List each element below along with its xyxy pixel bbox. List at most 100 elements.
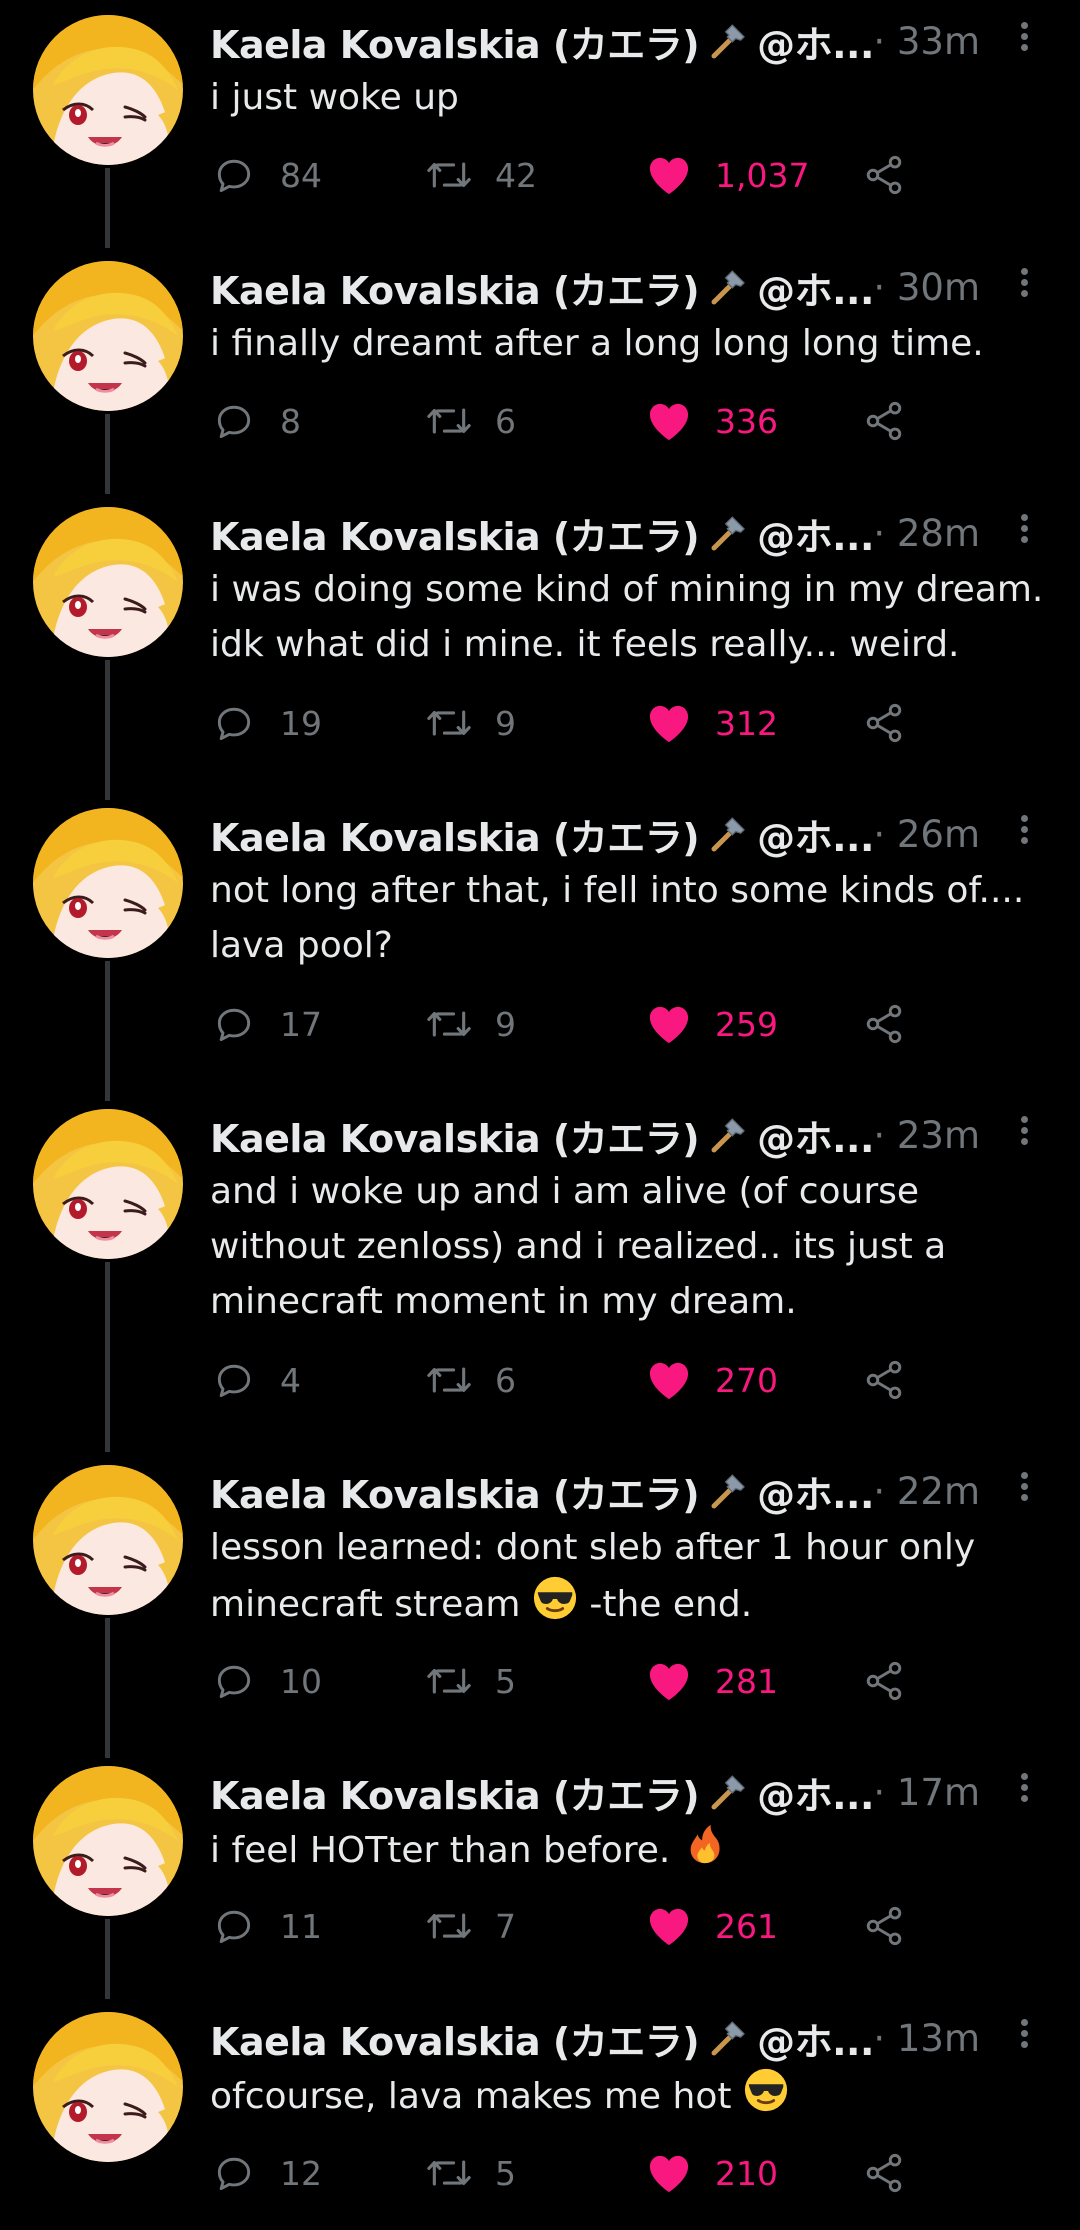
reply-count: 19 <box>280 703 322 743</box>
retweet-button[interactable]: 5 <box>425 2143 516 2203</box>
user-handle[interactable]: @ホ... <box>757 807 874 862</box>
heart-icon <box>645 1657 693 1705</box>
display-name[interactable]: Kaela Kovalskia (カエラ) <box>210 807 700 862</box>
display-name[interactable]: Kaela Kovalskia (カエラ) <box>210 1464 700 1519</box>
reply-button[interactable]: 11 <box>210 1896 322 1956</box>
avatar[interactable] <box>33 507 183 657</box>
thread-connector <box>105 961 110 1101</box>
avatar[interactable] <box>33 15 183 165</box>
share-button[interactable] <box>860 145 930 205</box>
display-name[interactable]: Kaela Kovalskia (カエラ) <box>210 506 700 561</box>
retweet-icon <box>425 1000 473 1048</box>
user-handle[interactable]: @ホ... <box>757 1108 874 1163</box>
retweet-icon <box>425 699 473 747</box>
tweet-header: Kaela Kovalskia (カエラ) @ホ... <box>210 506 874 560</box>
share-button[interactable] <box>860 1896 930 1956</box>
more-icon[interactable] <box>1014 1468 1034 1508</box>
reply-count: 11 <box>280 1906 322 1946</box>
like-button[interactable]: 210 <box>645 2143 778 2203</box>
reply-button[interactable]: 8 <box>210 391 301 451</box>
share-button[interactable] <box>860 1651 930 1711</box>
avatar[interactable] <box>33 1766 183 1916</box>
tweet-line-text: ofcourse, lava makes me hot <box>210 2076 732 2117</box>
like-button[interactable]: 270 <box>645 1350 778 1410</box>
like-button[interactable]: 261 <box>645 1896 778 1956</box>
reply-button[interactable]: 4 <box>210 1350 301 1410</box>
share-button[interactable] <box>860 391 930 451</box>
timestamp[interactable]: · 13m <box>873 2011 980 2065</box>
fire-emoji <box>682 1821 728 1883</box>
reply-button[interactable]: 84 <box>210 145 322 205</box>
tweet-line: idk what did i mine. it feels really... … <box>210 624 960 665</box>
display-name[interactable]: Kaela Kovalskia (カエラ) <box>210 1765 700 1820</box>
retweet-icon <box>425 1657 473 1705</box>
retweet-button[interactable]: 42 <box>425 145 537 205</box>
avatar[interactable] <box>33 1465 183 1615</box>
tweet-actions: 17 9 259 <box>210 994 1010 1054</box>
share-icon <box>860 2149 908 2197</box>
share-button[interactable] <box>860 1350 930 1410</box>
tweet-text: lesson learned: dont sleb after 1 hour o… <box>210 1520 1050 1637</box>
like-count: 270 <box>715 1360 778 1400</box>
like-button[interactable]: 312 <box>645 693 778 753</box>
user-handle[interactable]: @ホ... <box>757 14 874 69</box>
reply-icon <box>210 2149 258 2197</box>
tweet-header: Kaela Kovalskia (カエラ) @ホ... <box>210 260 874 314</box>
timestamp[interactable]: · 30m <box>873 260 980 314</box>
more-icon[interactable] <box>1014 1112 1034 1152</box>
reply-button[interactable]: 17 <box>210 994 322 1054</box>
avatar[interactable] <box>33 1109 183 1259</box>
like-count: 281 <box>715 1661 778 1701</box>
tweet-line: minecraft moment in my dream. <box>210 1281 797 1322</box>
more-icon[interactable] <box>1014 811 1034 851</box>
reply-button[interactable]: 12 <box>210 2143 322 2203</box>
retweet-button[interactable]: 5 <box>425 1651 516 1711</box>
retweet-count: 7 <box>495 1906 516 1946</box>
retweet-button[interactable]: 6 <box>425 1350 516 1410</box>
like-button[interactable]: 259 <box>645 994 778 1054</box>
display-name[interactable]: Kaela Kovalskia (カエラ) <box>210 2011 700 2066</box>
tweet-header: Kaela Kovalskia (カエラ) @ホ... <box>210 807 874 861</box>
timestamp[interactable]: · 28m <box>873 506 980 560</box>
retweet-button[interactable]: 9 <box>425 994 516 1054</box>
timestamp[interactable]: · 17m <box>873 1765 980 1819</box>
retweet-button[interactable]: 7 <box>425 1896 516 1956</box>
avatar[interactable] <box>33 2012 183 2162</box>
share-button[interactable] <box>860 2143 930 2203</box>
like-button[interactable]: 281 <box>645 1651 778 1711</box>
avatar[interactable] <box>33 261 183 411</box>
thread-connector <box>105 660 110 800</box>
user-handle[interactable]: @ホ... <box>757 260 874 315</box>
user-handle[interactable]: @ホ... <box>757 1464 874 1519</box>
tweet-text: not long after that, i fell into some ki… <box>210 863 1050 973</box>
share-button[interactable] <box>860 994 930 1054</box>
display-name[interactable]: Kaela Kovalskia (カエラ) <box>210 1108 700 1163</box>
more-icon[interactable] <box>1014 1769 1034 1809</box>
timestamp[interactable]: · 33m <box>873 14 980 68</box>
user-handle[interactable]: @ホ... <box>757 2011 874 2066</box>
hammer-emoji <box>709 1772 749 1812</box>
share-button[interactable] <box>860 693 930 753</box>
more-icon[interactable] <box>1014 510 1034 550</box>
more-icon[interactable] <box>1014 18 1034 58</box>
reply-icon <box>210 1356 258 1404</box>
hammer-emoji <box>709 1471 749 1511</box>
like-button[interactable]: 336 <box>645 391 778 451</box>
retweet-button[interactable]: 9 <box>425 693 516 753</box>
user-handle[interactable]: @ホ... <box>757 506 874 561</box>
user-handle[interactable]: @ホ... <box>757 1765 874 1820</box>
more-icon[interactable] <box>1014 2015 1034 2055</box>
tweet-actions: 10 5 281 <box>210 1651 1010 1711</box>
more-icon[interactable] <box>1014 264 1034 304</box>
reply-button[interactable]: 19 <box>210 693 322 753</box>
retweet-button[interactable]: 6 <box>425 391 516 451</box>
like-count: 210 <box>715 2153 778 2193</box>
timestamp[interactable]: · 23m <box>873 1108 980 1162</box>
reply-button[interactable]: 10 <box>210 1651 322 1711</box>
like-button[interactable]: 1,037 <box>645 145 809 205</box>
timestamp[interactable]: · 26m <box>873 807 980 861</box>
display-name[interactable]: Kaela Kovalskia (カエラ) <box>210 14 700 69</box>
display-name[interactable]: Kaela Kovalskia (カエラ) <box>210 260 700 315</box>
avatar[interactable] <box>33 808 183 958</box>
timestamp[interactable]: · 22m <box>873 1464 980 1518</box>
